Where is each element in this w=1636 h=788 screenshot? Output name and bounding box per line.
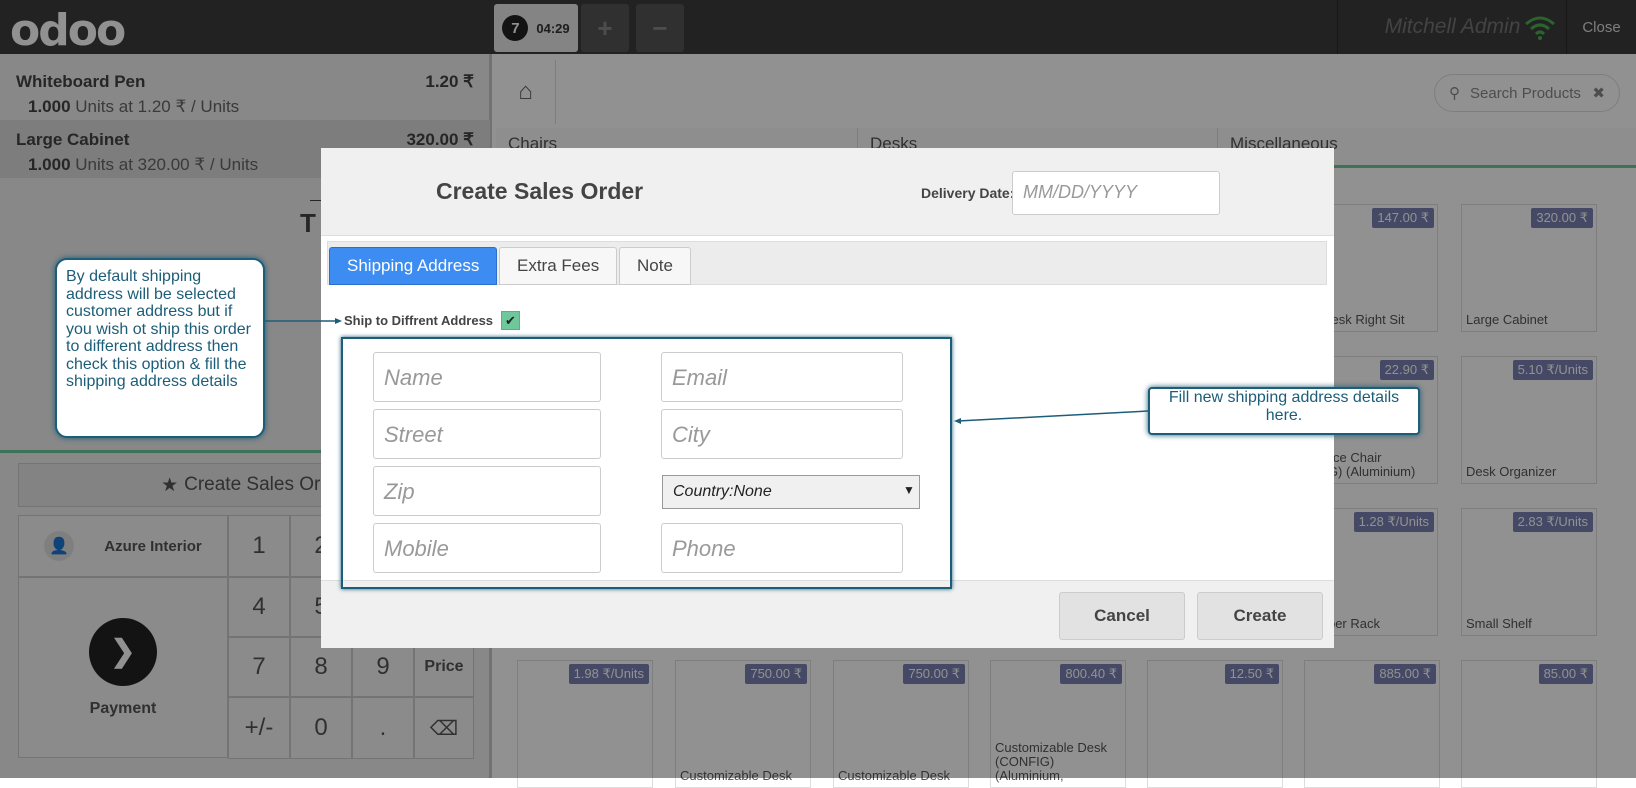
annotation-arrows [265,318,1149,424]
